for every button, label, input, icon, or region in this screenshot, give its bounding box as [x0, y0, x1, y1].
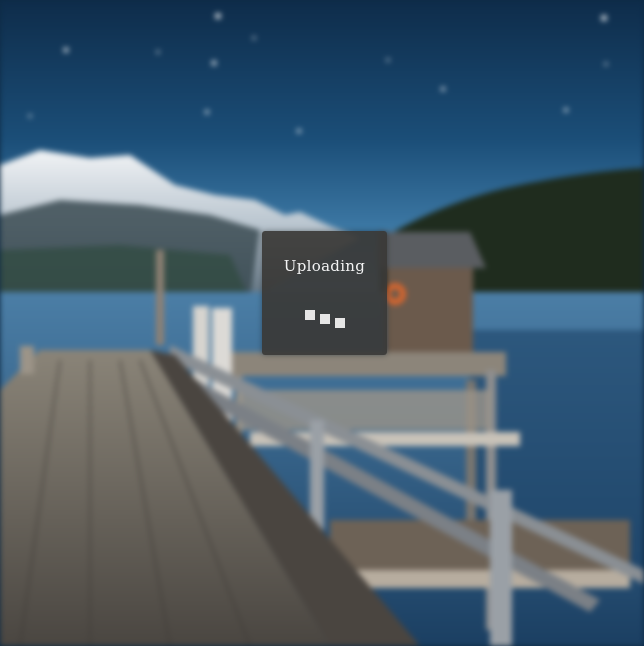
upload-progress-dialog: Uploading [262, 231, 387, 355]
upload-screen: Uploading [0, 0, 644, 646]
uploading-status-text: Uploading [283, 257, 366, 275]
spinner-dot [335, 318, 345, 328]
loading-squares-icon [305, 310, 345, 328]
spinner-dot [320, 314, 330, 324]
spinner-dot [305, 310, 315, 320]
